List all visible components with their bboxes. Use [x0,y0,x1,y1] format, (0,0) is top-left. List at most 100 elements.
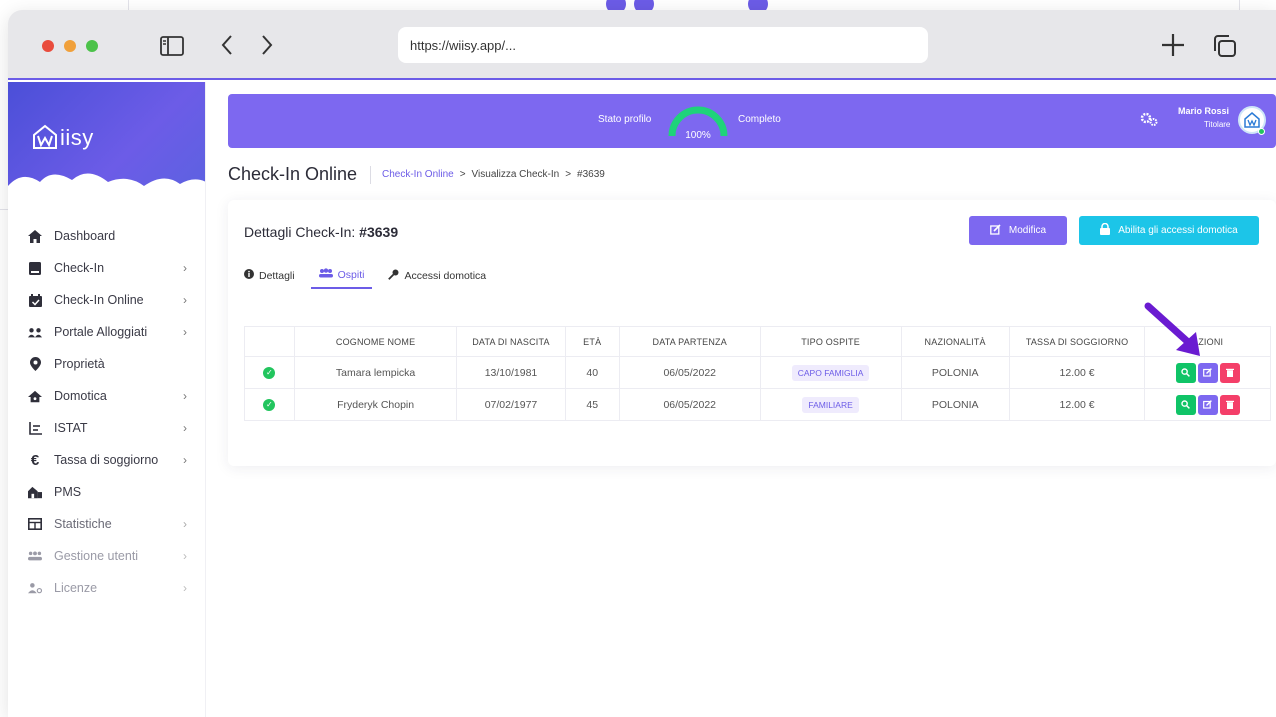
new-tab-icon[interactable] [1160,32,1186,62]
forward-icon[interactable] [260,34,274,60]
tab-dettagli[interactable]: Dettagli [244,268,295,289]
url-text: https://wiisy.app/... [410,37,516,53]
sidebar-item-label: ISTAT [54,421,88,435]
tab-ospiti[interactable]: Ospiti [310,268,373,289]
breadcrumb-divider [370,166,371,184]
sidebar-item-check-in[interactable]: Check-In › [8,252,205,284]
profile-progress-gauge: 100% [668,106,728,141]
user-group-icon [28,549,42,563]
sidebar-item-dashboard[interactable]: Dashboard [8,220,205,252]
home-icon [28,229,42,243]
edit-icon [1203,400,1213,409]
maximize-window-button[interactable] [86,40,98,52]
brand-header: iisy [8,82,205,202]
minimize-window-button[interactable] [64,40,76,52]
guest-departure-date: 06/05/2022 [618,388,761,421]
chevron-right-icon: › [183,389,187,403]
details-tabs: Dettagli Ospiti Accessi domotica [244,268,486,289]
sidebar-item-label: Gestione utenti [54,549,139,563]
sidebar-item-gestione-utenti[interactable]: Gestione utenti › [8,540,205,572]
breadcrumb-link-check-in-online[interactable]: Check-In Online [382,169,454,180]
tabs-overview-icon[interactable] [1212,34,1238,62]
chevron-right-icon: › [183,549,187,563]
column-header-nationality[interactable]: NAZIONALITÀ [900,326,1010,357]
check-in-id: #3639 [359,224,399,240]
profile-complete-label: Completo [738,114,781,125]
modifica-label: Modifica [1008,225,1047,236]
clouds-decoration [8,173,205,202]
euro-icon: € [30,451,40,469]
column-header-tourist-tax[interactable]: TASSA DI SOGGIORNO [1008,326,1146,357]
sidebar-item-proprieta[interactable]: Proprietà [8,348,205,380]
license-icon [28,581,42,595]
column-header-birth-date[interactable]: DATA DI NASCITA [456,326,566,357]
column-header-departure-date[interactable]: DATA PARTENZA [618,326,761,357]
tab-accessi-domotica[interactable]: Accessi domotica [388,268,486,289]
delete-guest-button[interactable] [1219,362,1240,383]
edit-guest-button[interactable] [1197,394,1218,415]
column-header-status [244,326,295,357]
url-bar[interactable]: https://wiisy.app/... [398,27,928,63]
sidebar-item-licenze[interactable]: Licenze › [8,572,205,604]
user-name[interactable]: Mario Rossi [1178,106,1229,116]
guest-name: Tamara lempicka [293,356,458,389]
profile-progress-value: 100% [685,130,711,141]
guest-birth-date: 13/10/1981 [456,356,566,389]
sidebar-item-istat[interactable]: ISTAT › [8,412,205,444]
guest-age: 40 [564,356,620,389]
close-window-button[interactable] [42,40,54,52]
view-guest-button[interactable] [1175,394,1196,415]
card-title-prefix: Dettagli Check-In: [244,224,360,240]
building-icon [28,485,42,499]
trash-icon [1225,368,1234,377]
column-header-guest-type[interactable]: TIPO OSPITE [759,326,902,357]
settings-gear-icon[interactable] [1140,112,1158,129]
sidebar-item-domotica[interactable]: Domotica › [8,380,205,412]
edit-guest-button[interactable] [1197,362,1218,383]
chart-icon [28,421,42,435]
chevron-right-icon: › [183,325,187,339]
tab-label: Ospiti [337,268,365,281]
breadcrumb-separator: > [565,169,572,180]
sidebar-item-tassa-di-soggiorno[interactable]: € Tassa di soggiorno › [8,444,205,476]
sidebar-toggle-icon[interactable] [160,34,184,60]
enable-domotics-access-button[interactable]: Abilita gli accessi domotica [1079,216,1259,245]
sidebar-item-check-in-online[interactable]: Check-In Online › [8,284,205,316]
modifica-button[interactable]: Modifica [969,216,1067,245]
delete-guest-button[interactable] [1219,394,1240,415]
guests-table: COGNOME NOME DATA DI NASCITA ETÀ DATA PA… [244,326,1271,421]
column-header-name[interactable]: COGNOME NOME [293,326,458,357]
guest-departure-date: 06/05/2022 [618,356,761,389]
sidebar-item-label: Check-In [54,261,105,275]
sidebar-item-pms[interactable]: PMS [8,476,205,508]
chevron-right-icon: › [183,421,187,435]
back-icon[interactable] [220,34,234,60]
info-icon [244,269,254,282]
sidebar-item-label: Proprietà [54,357,105,371]
sidebar-item-statistiche[interactable]: Statistiche › [8,508,205,540]
edit-icon [1203,368,1213,377]
check-circle-icon: ✓ [263,398,276,411]
guest-age: 45 [564,388,620,421]
card-title: Dettagli Check-In: #3639 [244,224,398,240]
guest-tourist-tax: 12.00 € [1008,388,1146,421]
chevron-right-icon: › [183,517,187,531]
pointer-arrow-icon [1144,302,1200,356]
view-guest-button[interactable] [1175,362,1196,383]
row-actions [1144,388,1271,421]
profile-status-label: Stato profilo [598,114,652,125]
breadcrumb-item[interactable]: Visualizza Check-In [472,169,560,180]
sidebar-item-label: Dashboard [54,229,116,243]
brand-logo[interactable]: iisy [32,124,94,151]
online-status-dot [1258,128,1265,135]
profile-topbar: Stato profilo 100% Completo Mario Rossi … [228,94,1276,148]
search-icon [1181,368,1191,377]
sidebar-item-portale-alloggiati[interactable]: Portale Alloggiati › [8,316,205,348]
book-icon [28,261,42,275]
table-icon [28,517,42,531]
sidebar: iisy Dashboard Check-In › Check-In Onlin… [8,82,206,717]
map-pin-icon [28,357,42,371]
smart-home-icon [28,389,42,403]
chevron-right-icon: › [183,261,187,275]
column-header-age[interactable]: ETÀ [564,326,620,357]
